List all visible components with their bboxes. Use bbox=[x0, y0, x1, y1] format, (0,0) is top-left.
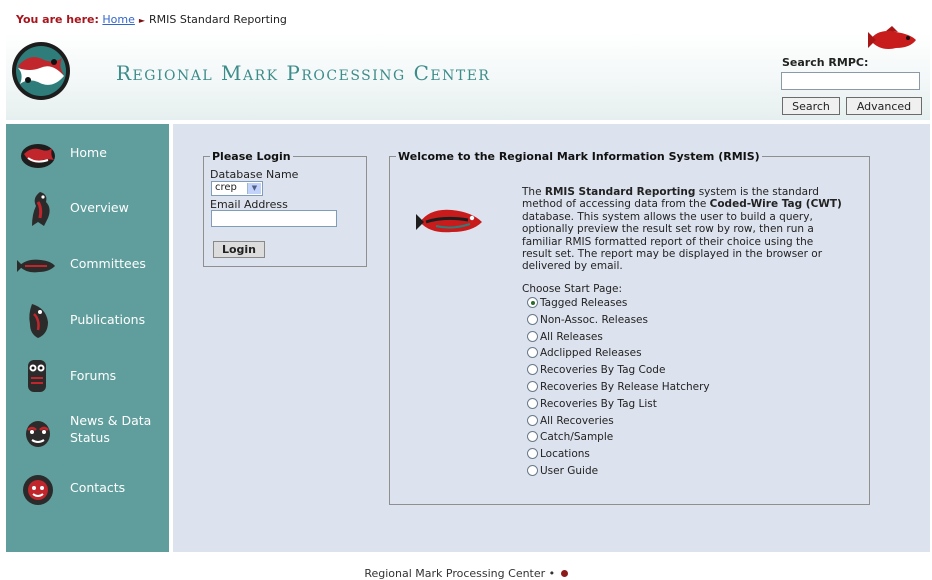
sidebar-item-label: Publications bbox=[70, 312, 146, 327]
owl-icon bbox=[28, 360, 46, 392]
start-page-option-label: Recoveries By Tag List bbox=[540, 398, 657, 410]
sidebar-item-overview[interactable]: Overview bbox=[6, 182, 169, 232]
start-page-option[interactable]: All Recoveries bbox=[527, 415, 614, 429]
radio-button[interactable] bbox=[527, 297, 538, 308]
breadcrumb-prefix: You are here: bbox=[16, 13, 99, 26]
radio-button[interactable] bbox=[527, 448, 538, 459]
radio-button[interactable] bbox=[527, 415, 538, 426]
start-page-option-label: Adclipped Releases bbox=[540, 347, 642, 359]
site-title: Regional Mark Processing Center bbox=[116, 61, 491, 85]
radio-button[interactable] bbox=[527, 331, 538, 342]
sidebar-item-publications[interactable]: Publications bbox=[6, 294, 169, 344]
breadcrumb-home-link[interactable]: Home bbox=[102, 13, 134, 26]
intro-text: The RMIS Standard Reporting system is th… bbox=[522, 186, 842, 273]
rmpc-logo-icon[interactable] bbox=[10, 40, 72, 102]
start-page-option[interactable]: Non-Assoc. Releases bbox=[527, 314, 648, 328]
start-page-option[interactable]: All Releases bbox=[527, 331, 603, 345]
search-label: Search RMPC: bbox=[782, 56, 869, 69]
footer-logo-icon bbox=[560, 570, 568, 577]
database-name-select[interactable]: crep ▼ bbox=[211, 181, 263, 196]
start-page-option[interactable]: Tagged Releases bbox=[527, 297, 627, 311]
sidebar-item-contacts[interactable]: Contacts bbox=[6, 462, 169, 512]
search-button[interactable]: Search bbox=[782, 97, 840, 115]
sidebar-item-forums[interactable]: Forums bbox=[6, 350, 169, 400]
sidebar-item-label: Committees bbox=[70, 256, 146, 271]
breadcrumb-current: RMIS Standard Reporting bbox=[149, 13, 287, 26]
chevron-down-icon[interactable]: ▼ bbox=[247, 183, 261, 194]
footer-text: Regional Mark Processing Center • bbox=[364, 567, 556, 580]
email-field[interactable] bbox=[211, 210, 337, 227]
orca-icon bbox=[29, 304, 48, 338]
footer: Regional Mark Processing Center • bbox=[0, 567, 932, 580]
radio-button[interactable] bbox=[527, 314, 538, 325]
database-name-label: Database Name bbox=[210, 168, 299, 181]
eagle-icon bbox=[32, 192, 50, 226]
start-page-option-label: All Recoveries bbox=[540, 415, 614, 427]
start-page-option[interactable]: Locations bbox=[527, 448, 590, 462]
welcome-legend: Welcome to the Regional Mark Information… bbox=[398, 150, 760, 163]
start-page-option-label: Locations bbox=[540, 448, 590, 460]
radio-button[interactable] bbox=[527, 347, 538, 358]
start-page-option-label: Recoveries By Release Hatchery bbox=[540, 381, 710, 393]
sidebar-item-committees[interactable]: Committees bbox=[6, 238, 169, 288]
breadcrumb: You are here: Home ► RMIS Standard Reporti… bbox=[16, 13, 287, 26]
radio-button[interactable] bbox=[527, 431, 538, 442]
sidebar-item-label: Overview bbox=[70, 200, 129, 215]
breadcrumb-arrow-icon: ► bbox=[138, 16, 146, 25]
start-page-option[interactable]: Catch/Sample bbox=[527, 431, 613, 445]
radio-button[interactable] bbox=[527, 465, 538, 476]
sidebar-item-home[interactable]: Home bbox=[6, 128, 169, 178]
start-page-option-label: Recoveries By Tag Code bbox=[540, 364, 666, 376]
start-page-option[interactable]: Recoveries By Tag Code bbox=[527, 364, 665, 378]
sidebar-item-label: Forums bbox=[70, 368, 117, 383]
radio-button[interactable] bbox=[527, 398, 538, 409]
sidebar-item-label: Home bbox=[70, 145, 107, 160]
radio-button[interactable] bbox=[527, 381, 538, 392]
start-page-option-label: Catch/Sample bbox=[540, 431, 614, 443]
database-name-value: crep bbox=[215, 182, 237, 193]
search-input[interactable] bbox=[781, 72, 920, 90]
salmon-emblem-icon bbox=[21, 144, 55, 168]
login-button[interactable]: Login bbox=[213, 241, 265, 258]
sun-mask-icon bbox=[23, 475, 53, 505]
start-page-option-label: All Releases bbox=[540, 331, 603, 343]
sidebar-nav: Home Overview Committees Publications Fo… bbox=[6, 124, 169, 552]
start-page-option[interactable]: Recoveries By Tag List bbox=[527, 398, 657, 412]
start-page-option[interactable]: User Guide bbox=[527, 465, 598, 479]
radio-button[interactable] bbox=[527, 364, 538, 375]
sidebar-item-label: Contacts bbox=[70, 480, 126, 495]
start-page-option-label: User Guide bbox=[540, 465, 599, 477]
salmon-icon bbox=[416, 209, 482, 233]
sidebar-item-label: News & Data Status bbox=[70, 413, 152, 445]
choose-start-page-label: Choose Start Page: bbox=[522, 283, 623, 295]
start-page-option[interactable]: Adclipped Releases bbox=[527, 347, 642, 361]
sidebar-item-news-data-status[interactable]: News & Data Status bbox=[6, 406, 169, 456]
mask-icon bbox=[26, 421, 50, 447]
fish-icon bbox=[17, 259, 55, 273]
red-fish-icon bbox=[868, 26, 916, 49]
start-page-option-label: Non-Assoc. Releases bbox=[540, 314, 648, 326]
advanced-search-button[interactable]: Advanced bbox=[846, 97, 922, 115]
start-page-option[interactable]: Recoveries By Release Hatchery bbox=[527, 381, 710, 395]
start-page-option-label: Tagged Releases bbox=[540, 297, 628, 309]
login-legend: Please Login bbox=[212, 150, 291, 163]
